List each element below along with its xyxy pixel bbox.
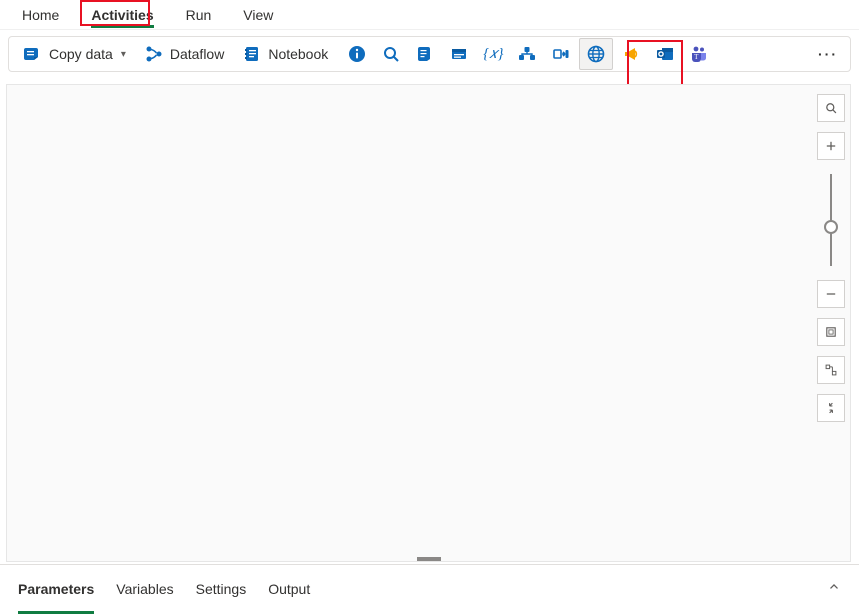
canvas-side-controls [817,94,845,422]
outlook-icon [655,44,675,64]
stored-procedure-button[interactable] [443,38,475,70]
bottom-panel: Parameters Variables Settings Output [0,564,859,612]
copy-data-icon [23,44,43,64]
info-icon [347,44,367,64]
announcement-button[interactable] [615,38,647,70]
expand-panel-button[interactable] [827,580,841,597]
dataflow-button[interactable]: Dataflow [136,38,232,70]
copy-data-label: Copy data [49,46,113,62]
notebook-button[interactable]: Notebook [234,38,336,70]
zoom-slider-thumb[interactable] [824,220,838,234]
svg-text:T: T [694,53,699,61]
top-tab-activities-label: Activities [91,7,153,23]
fit-to-screen-button[interactable] [817,318,845,346]
activities-toolbar: Copy data ▾ Dataflow Notebook [8,36,851,72]
bottom-tabs: Parameters Variables Settings Output [18,575,310,603]
search-icon [381,44,401,64]
bottom-tab-output[interactable]: Output [268,575,310,603]
web-activity-button[interactable] [579,38,613,70]
functions-icon [517,44,537,64]
variable-icon: {𝑥} [483,44,503,64]
chevron-down-icon: ▾ [121,49,126,60]
pipeline-canvas[interactable] [6,84,851,562]
top-tabs: Home Activities Run View [0,0,859,30]
bottom-tab-settings[interactable]: Settings [196,575,247,603]
zoom-out-button[interactable] [817,280,845,308]
teams-button[interactable]: T [683,38,715,70]
invoke-pipeline-icon [551,44,571,64]
canvas-search-button[interactable] [817,94,845,122]
bottom-tab-variables[interactable]: Variables [116,575,173,603]
outlook-button[interactable] [649,38,681,70]
globe-icon [586,44,606,64]
collapse-canvas-button[interactable] [817,394,845,422]
top-tab-view[interactable]: View [227,3,289,27]
zoom-in-button[interactable] [817,132,845,160]
notebook-label: Notebook [268,46,328,62]
active-tab-underline [91,25,153,28]
zoom-slider[interactable] [830,174,832,266]
functions-button[interactable] [511,38,543,70]
top-tab-activities[interactable]: Activities [75,3,169,27]
teams-icon: T [689,44,709,64]
set-variable-button[interactable]: {𝑥} [477,38,509,70]
copy-data-button[interactable]: Copy data ▾ [15,38,134,70]
more-activities-button[interactable]: ··· [812,38,844,70]
dataflow-label: Dataflow [170,46,224,62]
lookup-button[interactable] [375,38,407,70]
top-tab-home[interactable]: Home [6,3,75,27]
invoke-pipeline-button[interactable] [545,38,577,70]
bottom-tab-parameters[interactable]: Parameters [18,575,94,603]
notebook-icon [242,44,262,64]
top-tab-run[interactable]: Run [170,3,228,27]
auto-align-button[interactable] [817,356,845,384]
megaphone-icon [621,44,641,64]
script-button[interactable] [409,38,441,70]
dataflow-icon [144,44,164,64]
script-icon [415,44,435,64]
canvas-resize-handle[interactable] [417,557,441,561]
info-button[interactable] [341,38,373,70]
stored-procedure-icon [449,44,469,64]
ellipsis-icon: ··· [818,46,838,62]
